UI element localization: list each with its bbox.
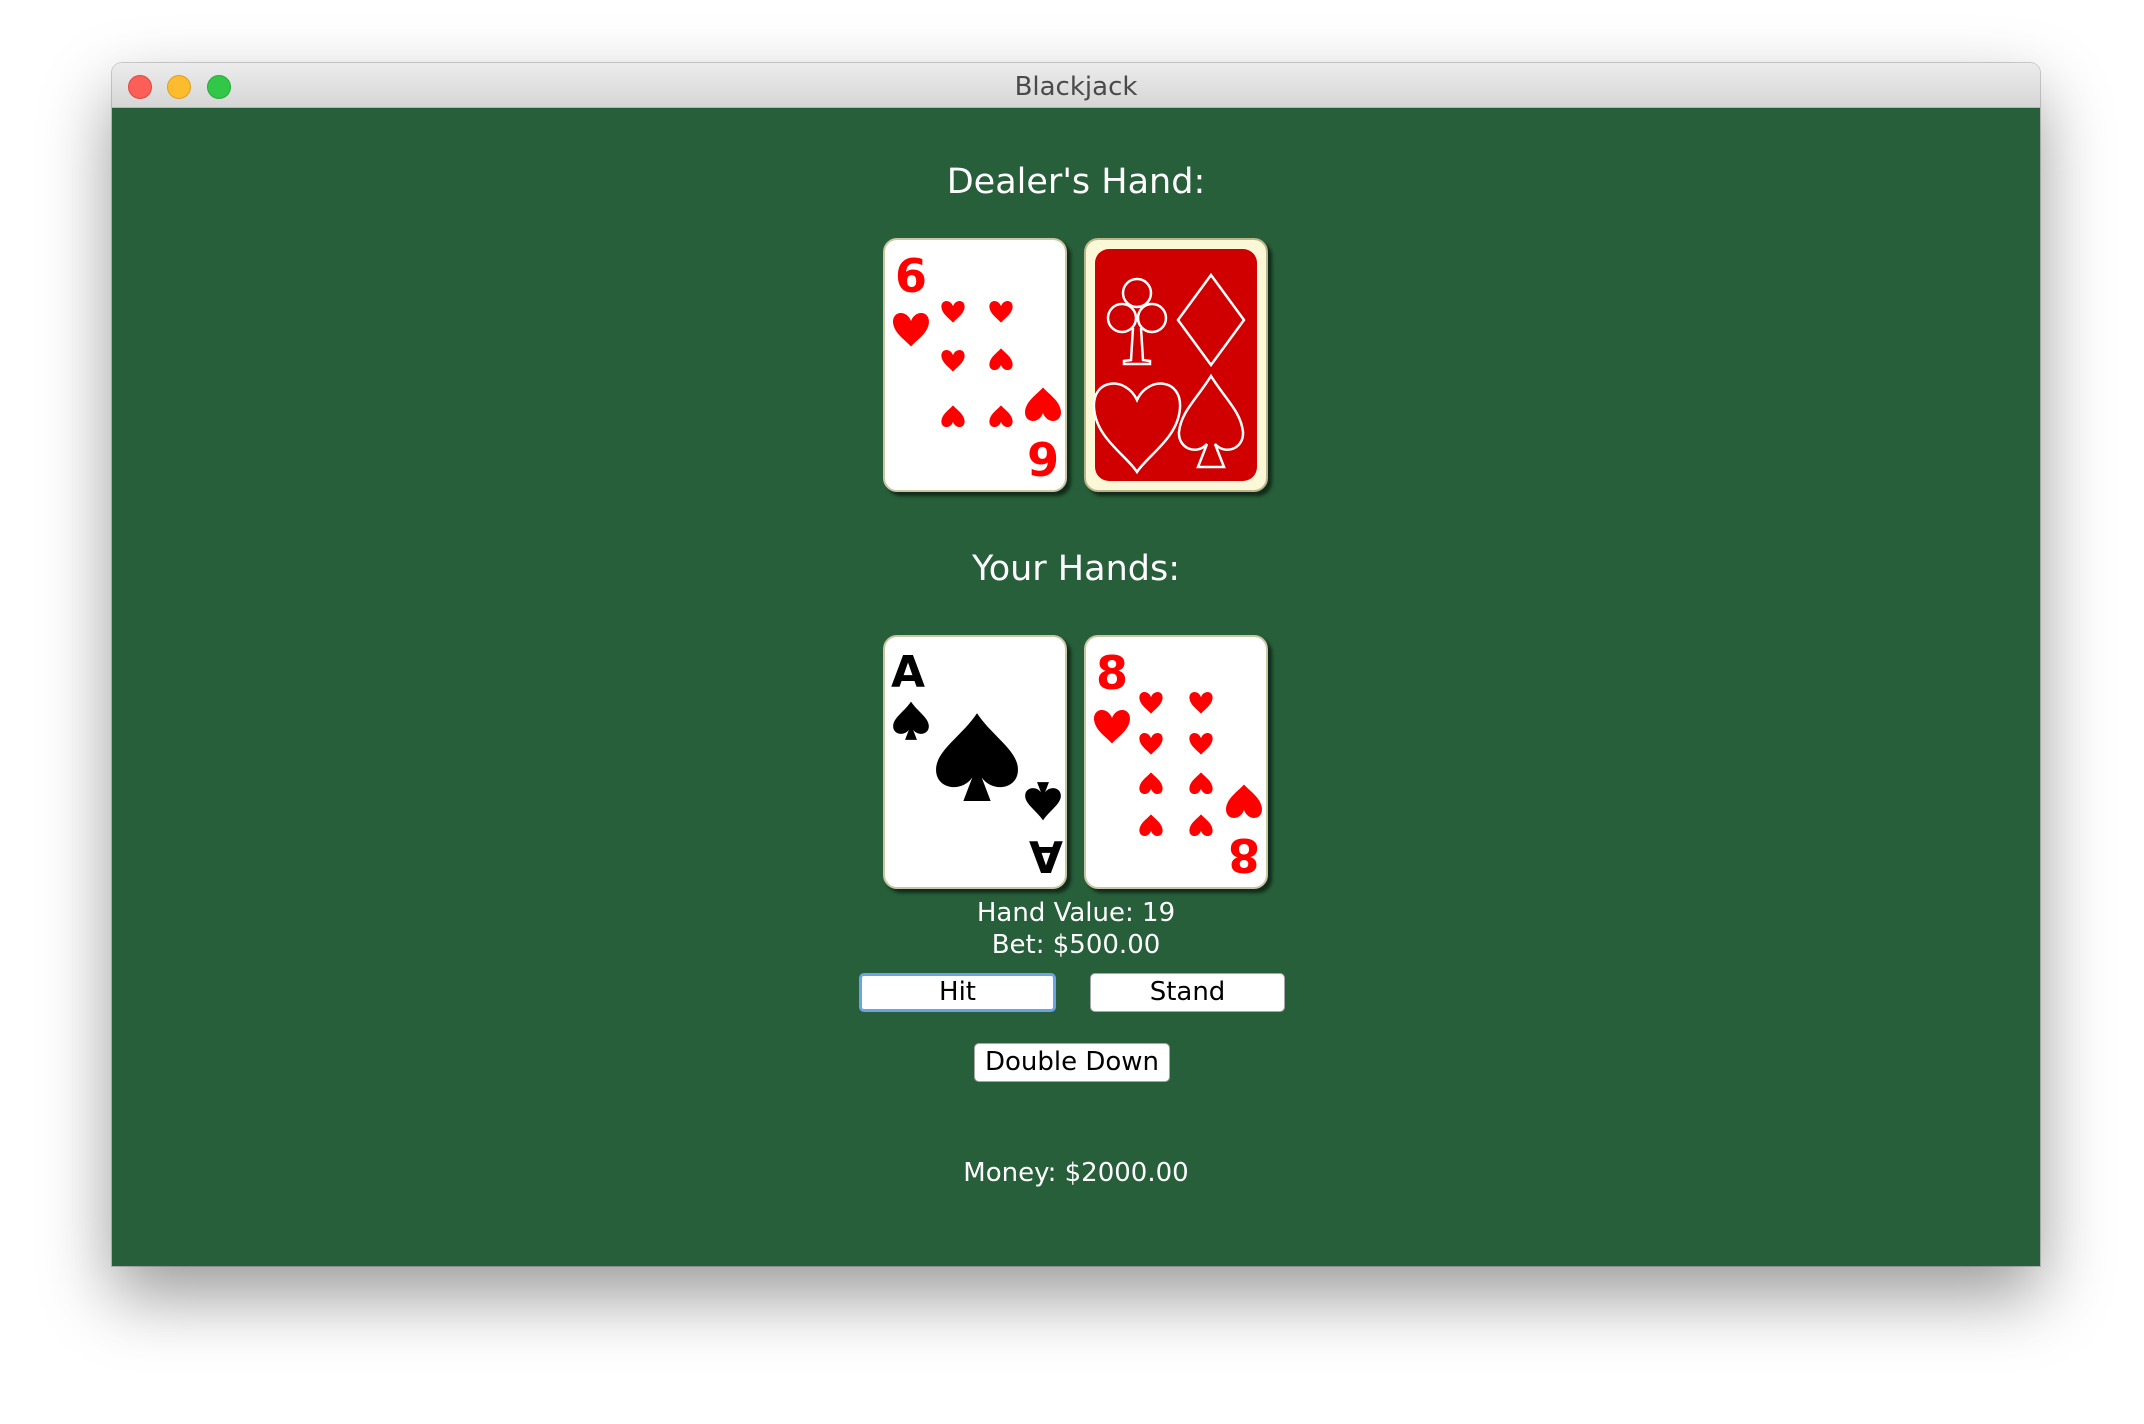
heart-icon xyxy=(1025,387,1061,421)
title-bar[interactable]: Blackjack xyxy=(112,63,2040,108)
game-table: Dealer's Hand: 6 6 Your Hands: A A 8 8 H… xyxy=(112,108,2040,1266)
blackjack-window: Blackjack Dealer's Hand: 6 6 Your Hands:… xyxy=(112,63,2040,1266)
rank-top: A xyxy=(891,647,925,698)
hit-button[interactable]: Hit xyxy=(859,973,1056,1012)
heart-icon xyxy=(893,313,929,347)
pip-hearts xyxy=(1139,691,1213,837)
money-balance: Money: $2000.00 xyxy=(963,1158,1189,1188)
bet-amount: Bet: $500.00 xyxy=(991,930,1161,960)
rank-bottom: 8 xyxy=(1228,828,1260,882)
dealer-card-six-of-hearts: 6 6 xyxy=(883,238,1067,492)
window-title: Blackjack xyxy=(1014,72,1138,102)
spade-icon xyxy=(893,701,929,740)
dealer-card-face-down xyxy=(1084,238,1268,492)
spade-icon xyxy=(936,713,1018,801)
player-card-ace-of-spades: A A xyxy=(883,635,1067,889)
heart-icon xyxy=(1094,710,1130,744)
hand-value: Hand Value: 19 xyxy=(976,898,1176,928)
stand-button[interactable]: Stand xyxy=(1090,973,1285,1012)
double-down-button[interactable]: Double Down xyxy=(974,1043,1170,1082)
player-hand-heading: Your Hands: xyxy=(971,549,1181,589)
heart-icon xyxy=(1226,784,1262,818)
spade-icon xyxy=(1025,782,1061,821)
rank-top: 8 xyxy=(1096,646,1128,700)
dealer-hand-heading: Dealer's Hand: xyxy=(946,162,1206,202)
rank-top: 6 xyxy=(895,249,927,303)
rank-bottom: A xyxy=(1029,830,1063,881)
rank-bottom: 6 xyxy=(1027,431,1059,485)
pip-hearts xyxy=(941,300,1013,428)
player-card-eight-of-hearts: 8 8 xyxy=(1084,635,1268,889)
